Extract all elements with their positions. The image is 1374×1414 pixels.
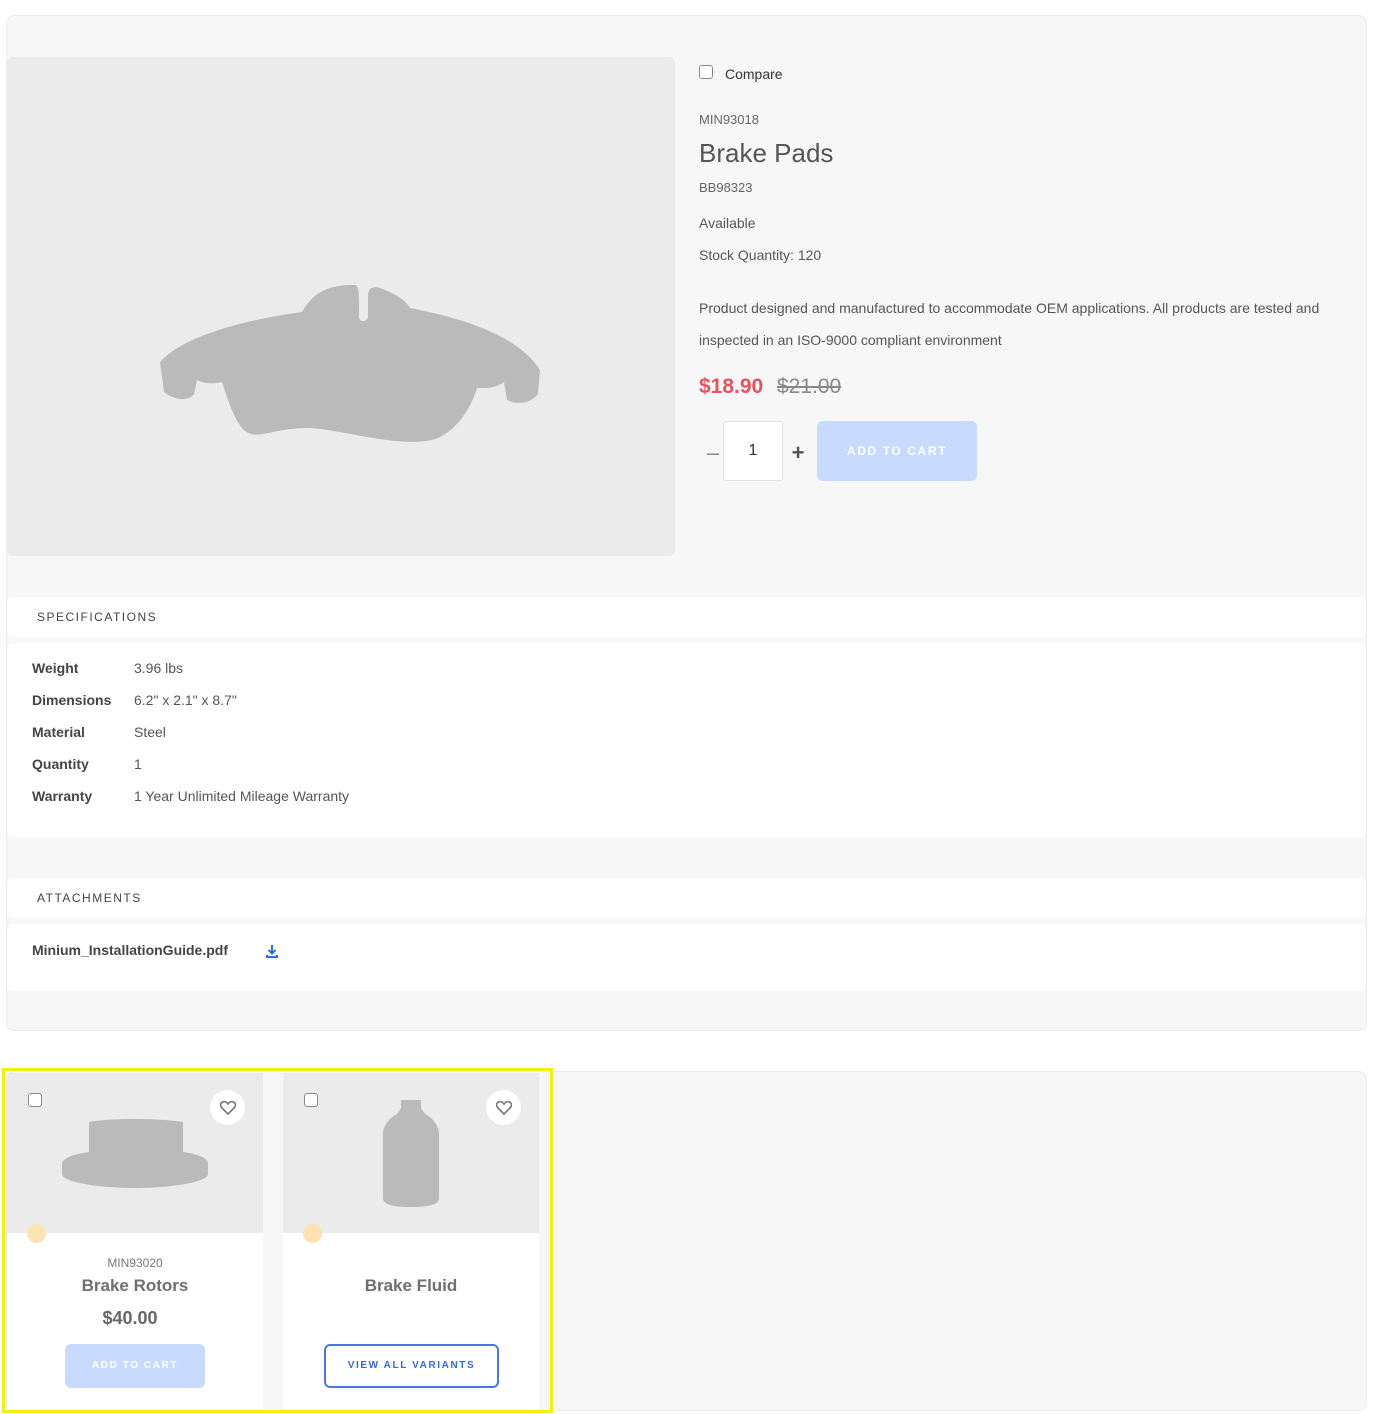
spec-key: Material bbox=[32, 724, 85, 740]
quantity-input[interactable]: 1 bbox=[723, 421, 783, 481]
spec-row: Material Steel bbox=[32, 716, 166, 748]
selection-highlight bbox=[2, 1068, 553, 1413]
compare-label: Compare bbox=[725, 66, 783, 82]
download-icon[interactable] bbox=[265, 944, 279, 964]
spec-value: 6.2" x 2.1" x 8.7" bbox=[134, 692, 237, 708]
spec-key: Dimensions bbox=[32, 692, 112, 708]
availability-status: Available bbox=[699, 215, 756, 231]
spec-value: Steel bbox=[134, 724, 166, 740]
add-to-cart-button[interactable]: ADD TO CART bbox=[817, 421, 977, 481]
spec-row: Weight 3.96 lbs bbox=[32, 652, 183, 684]
product-title: Brake Pads bbox=[699, 138, 834, 168]
product-image bbox=[7, 57, 675, 556]
compare-checkbox[interactable] bbox=[699, 65, 713, 79]
sale-price: $18.90 bbox=[699, 375, 764, 398]
product-description: Product designed and manufactured to acc… bbox=[699, 300, 1320, 348]
spec-key: Warranty bbox=[32, 788, 93, 804]
specifications-table: Weight 3.96 lbs Dimensions 6.2" x 2.1" x 8… bbox=[7, 643, 1366, 837]
attachment-file-name[interactable]: Minium_InstallationGuide.pdf bbox=[32, 942, 228, 958]
quantity-decrease-button[interactable]: – bbox=[705, 441, 721, 465]
original-price: $21.00 bbox=[777, 375, 842, 398]
product-part-number: BB98323 bbox=[699, 180, 753, 195]
compare-toggle[interactable]: Compare bbox=[699, 62, 783, 82]
brake-pad-image-icon bbox=[160, 285, 540, 442]
attachments-list: Minium_InstallationGuide.pdf bbox=[7, 924, 1366, 991]
attachments-heading: ATTACHMENTS bbox=[7, 878, 1366, 918]
spec-key: Weight bbox=[32, 660, 79, 676]
spec-value: 1 bbox=[134, 756, 142, 772]
spec-value: 1 Year Unlimited Mileage Warranty bbox=[134, 788, 350, 804]
spec-value: 3.96 lbs bbox=[134, 660, 184, 676]
specifications-heading: SPECIFICATIONS bbox=[7, 597, 1366, 637]
product-sku: MIN93018 bbox=[699, 112, 759, 127]
spec-row: Quantity 1 bbox=[32, 748, 142, 780]
quantity-increase-button[interactable]: + bbox=[789, 441, 807, 465]
spec-key: Quantity bbox=[32, 756, 89, 772]
spec-row: Warranty 1 Year Unlimited Mileage Warrant… bbox=[32, 780, 349, 812]
spec-row: Dimensions 6.2" x 2.1" x 8.7" bbox=[32, 684, 237, 716]
stock-quantity: Stock Quantity: 120 bbox=[699, 247, 822, 263]
